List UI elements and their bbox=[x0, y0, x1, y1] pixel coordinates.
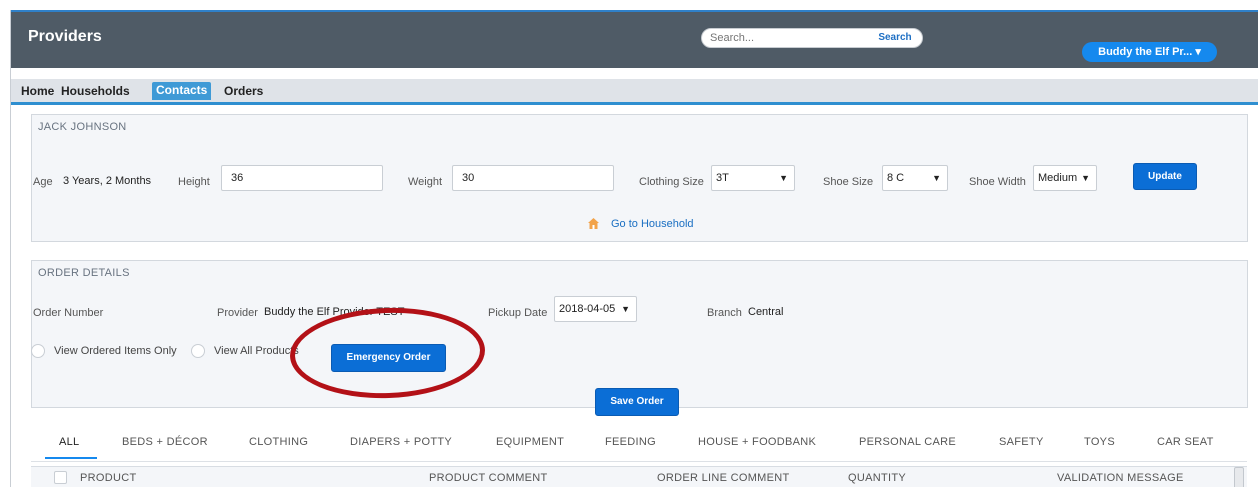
emergency-order-button[interactable]: Emergency Order bbox=[331, 344, 446, 372]
search-input[interactable] bbox=[710, 30, 860, 46]
category-tabs: ALL BEDS + DÉCOR CLOTHING DIAPERS + POTT… bbox=[11, 436, 1258, 462]
clothing-size-select[interactable]: 3T ▼ bbox=[711, 165, 795, 191]
order-details-panel: ORDER DETAILS Order Number Provider Budd… bbox=[31, 260, 1248, 416]
top-bar: Providers Search Buddy the Elf Pr... ▾ bbox=[11, 10, 1258, 68]
shoe-width-select[interactable]: Medium ▼ bbox=[1033, 165, 1097, 191]
products-table-header: PRODUCT PRODUCT COMMENT ORDER LINE COMME… bbox=[31, 466, 1247, 487]
shoe-width-label: Shoe Width bbox=[969, 176, 1026, 188]
tab-safety[interactable]: SAFETY bbox=[999, 436, 1044, 448]
tab-all[interactable]: ALL bbox=[59, 436, 79, 448]
pickup-date-select[interactable]: 2018-04-05 ▼ bbox=[554, 296, 637, 322]
nav-households[interactable]: Households bbox=[61, 84, 130, 98]
chevron-down-icon: ▼ bbox=[1081, 173, 1090, 183]
radio-view-all[interactable] bbox=[191, 344, 205, 358]
chevron-down-icon: ▼ bbox=[779, 173, 788, 183]
tab-diapers-potty[interactable]: DIAPERS + POTTY bbox=[350, 436, 452, 448]
save-order-button[interactable]: Save Order bbox=[595, 388, 679, 416]
radio-view-ordered-label: View Ordered Items Only bbox=[54, 345, 177, 357]
chevron-down-icon: ▼ bbox=[621, 304, 630, 314]
tab-feeding[interactable]: FEEDING bbox=[605, 436, 656, 448]
shoe-size-value: 8 C bbox=[887, 172, 905, 184]
branch-label: Branch bbox=[707, 307, 742, 319]
app-window: Providers Search Buddy the Elf Pr... ▾ H… bbox=[10, 10, 1258, 487]
screenshot-frame: Providers Search Buddy the Elf Pr... ▾ H… bbox=[0, 0, 1258, 487]
clothing-size-value: 3T bbox=[716, 172, 729, 184]
nav-orders[interactable]: Orders bbox=[224, 84, 263, 98]
tab-toys[interactable]: TOYS bbox=[1084, 436, 1115, 448]
nav-contacts[interactable]: Contacts bbox=[152, 82, 212, 100]
weight-input[interactable]: 30 bbox=[452, 165, 614, 191]
app-title: Providers bbox=[28, 28, 102, 45]
height-label: Height bbox=[178, 176, 210, 188]
provider-label: Provider bbox=[217, 307, 258, 319]
tab-house-foodbank[interactable]: HOUSE + FOODBANK bbox=[698, 436, 816, 448]
shoe-size-select[interactable]: 8 C ▼ bbox=[882, 165, 948, 191]
active-tab-indicator bbox=[45, 457, 97, 459]
user-menu-button[interactable]: Buddy the Elf Pr... ▾ bbox=[1082, 42, 1217, 62]
nav-home[interactable]: Home bbox=[21, 84, 54, 98]
weight-label: Weight bbox=[408, 176, 443, 188]
height-input[interactable]: 36 bbox=[221, 165, 383, 191]
age-label: Age bbox=[33, 176, 53, 188]
tabs-divider bbox=[31, 461, 1247, 462]
branch-value: Central bbox=[748, 306, 784, 318]
column-quantity: QUANTITY bbox=[848, 472, 907, 484]
tab-equipment[interactable]: EQUIPMENT bbox=[496, 436, 564, 448]
radio-view-all-label: View All Products bbox=[214, 345, 299, 357]
select-all-checkbox[interactable] bbox=[54, 471, 67, 484]
column-product: PRODUCT bbox=[80, 472, 137, 484]
pickup-date-label: Pickup Date bbox=[488, 307, 548, 319]
chevron-down-icon: ▼ bbox=[932, 173, 941, 183]
contact-name: JACK JOHNSON bbox=[38, 121, 127, 133]
tab-personal-care[interactable]: PERSONAL CARE bbox=[859, 436, 956, 448]
column-order-line-comment: ORDER LINE COMMENT bbox=[657, 472, 790, 484]
shoe-width-value: Medium bbox=[1038, 172, 1078, 184]
radio-view-ordered[interactable] bbox=[31, 344, 45, 358]
go-to-household-link[interactable]: Go to Household bbox=[611, 218, 694, 230]
search-button[interactable]: Search bbox=[872, 31, 918, 45]
shoe-size-label: Shoe Size bbox=[823, 176, 874, 188]
tab-car-seat[interactable]: CAR SEAT bbox=[1157, 436, 1214, 448]
clothing-size-label: Clothing Size bbox=[639, 176, 704, 188]
search-box: Search bbox=[701, 28, 923, 48]
table-scrollbar[interactable] bbox=[1234, 467, 1244, 487]
order-number-label: Order Number bbox=[33, 307, 104, 319]
order-details-title: ORDER DETAILS bbox=[38, 267, 130, 279]
pickup-date-value: 2018-04-05 bbox=[559, 303, 616, 315]
tab-clothing[interactable]: CLOTHING bbox=[249, 436, 308, 448]
update-button[interactable]: Update bbox=[1133, 163, 1197, 190]
tab-beds-decor[interactable]: BEDS + DÉCOR bbox=[122, 436, 208, 448]
age-value: 3 Years, 2 Months bbox=[63, 175, 152, 187]
provider-value: Buddy the Elf Provider TEST bbox=[264, 306, 405, 318]
house-icon bbox=[588, 218, 599, 229]
main-nav: Home Households Contacts Orders bbox=[11, 79, 1258, 105]
contact-panel: JACK JOHNSON Age 3 Years, 2 Months Heigh… bbox=[31, 114, 1248, 242]
column-validation-message: VALIDATION MESSAGE bbox=[1057, 472, 1184, 484]
column-product-comment: PRODUCT COMMENT bbox=[429, 472, 548, 484]
